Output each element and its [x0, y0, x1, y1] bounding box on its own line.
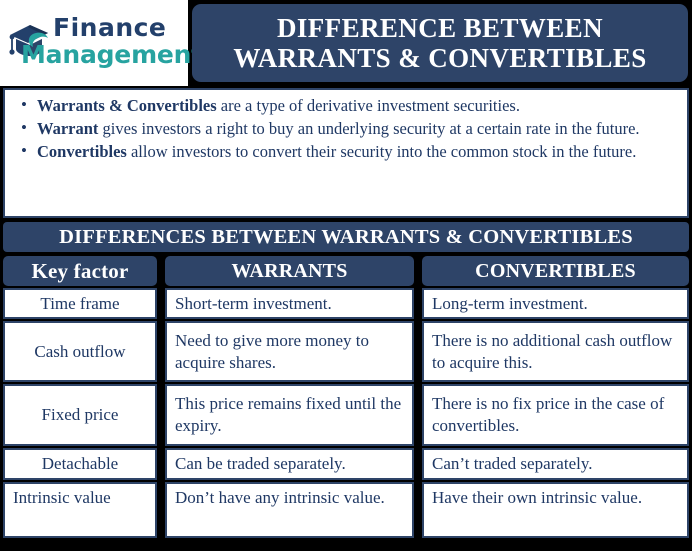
table-header-row: Key factor WARRANTS CONVERTIBLES — [3, 256, 689, 286]
table-row: Fixed price This price remains fixed unt… — [3, 384, 689, 446]
cell-convertibles: Long-term investment. — [422, 288, 689, 319]
table-row: Cash outflow Need to give more money to … — [3, 321, 689, 382]
bullet-rest: are a type of derivative investment secu… — [216, 96, 520, 115]
brand-wordmark: Finance Management — [21, 13, 203, 67]
cell-factor: Fixed price — [3, 384, 157, 446]
bullet-lead: Convertibles — [37, 141, 127, 161]
bullet-rest: gives investors a right to buy an underl… — [98, 118, 640, 138]
cell-warrants: Short-term investment. — [165, 288, 414, 319]
table-row: Time frame Short-term investment. Long-t… — [3, 288, 689, 319]
intro-panel: Warrants & Convertibles are a type of de… — [3, 88, 689, 218]
title-line-1: DIFFERENCE BETWEEN — [276, 12, 603, 43]
cell-convertibles: There is no additional cash outflow to a… — [422, 321, 689, 382]
cell-convertibles: Can’t traded separately. — [422, 448, 689, 480]
cell-factor: Intrinsic value — [3, 482, 157, 538]
brand-logo: Finance Management — [0, 0, 203, 86]
table-row: Detachable Can be traded separately. Can… — [3, 448, 689, 480]
brand-line-finance: Finance — [53, 13, 167, 42]
table-row: Intrinsic value Don’t have any intrinsic… — [3, 482, 689, 538]
section-heading: DIFFERENCES BETWEEN WARRANTS & CONVERTIB… — [3, 222, 689, 252]
cell-convertibles: There is no fix price in the case of con… — [422, 384, 689, 446]
intro-bullet-list: Warrants & Convertibles are a type of de… — [15, 94, 677, 163]
cell-warrants: Need to give more money to acquire share… — [165, 321, 414, 382]
column-header-convertibles: CONVERTIBLES — [422, 256, 689, 286]
column-header-key-factor: Key factor — [3, 256, 157, 286]
comparison-table: Key factor WARRANTS CONVERTIBLES Time fr… — [3, 256, 689, 538]
list-item: Warrant gives investors a right to buy a… — [15, 117, 677, 140]
bullet-lead: Warrant — [37, 118, 99, 138]
cell-warrants: Can be traded separately. — [165, 448, 414, 480]
cell-factor: Cash outflow — [3, 321, 157, 382]
cell-warrants: This price remains fixed until the expir… — [165, 384, 414, 446]
title-line-2: WARRANTS & CONVERTIBLES — [233, 43, 647, 73]
cell-warrants: Don’t have any intrinsic value. — [165, 482, 414, 538]
cell-factor: Detachable — [3, 448, 157, 480]
column-header-warrants: WARRANTS — [165, 256, 414, 286]
bullet-lead: Warrants & Convertibles — [37, 96, 217, 115]
brand-line-management: Management — [21, 40, 204, 69]
cell-factor: Time frame — [3, 288, 157, 319]
infographic-root: Finance Management DIFFERENCE BETWEEN WA… — [0, 0, 692, 551]
page-title: DIFFERENCE BETWEEN WARRANTS & CONVERTIBL… — [192, 4, 688, 82]
cell-convertibles: Have their own intrinsic value. — [422, 482, 689, 538]
list-item: Warrants & Convertibles are a type of de… — [15, 94, 677, 117]
list-item: Convertibles allow investors to convert … — [15, 140, 677, 163]
bullet-rest: allow investors to convert their securit… — [126, 141, 637, 161]
header-strip: Finance Management DIFFERENCE BETWEEN WA… — [0, 0, 692, 86]
